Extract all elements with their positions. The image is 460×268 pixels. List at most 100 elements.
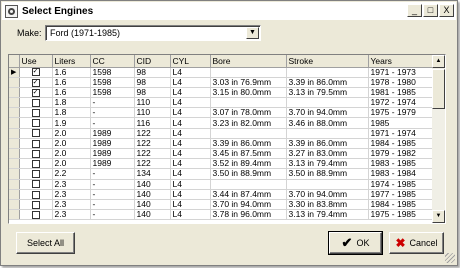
use-cell: ✓ bbox=[19, 77, 53, 88]
column-header-bore[interactable]: Bore bbox=[210, 55, 287, 68]
maximize-button[interactable]: □ bbox=[423, 4, 438, 17]
use-cell: ✓ bbox=[19, 87, 53, 99]
chevron-down-icon[interactable]: ▼ bbox=[246, 27, 259, 39]
cell-liters: 2.2 bbox=[52, 168, 91, 180]
cell-cid: 116 bbox=[134, 117, 171, 129]
column-header-cyl[interactable]: CYL bbox=[170, 55, 211, 68]
cell-years: 1977 - 1985 bbox=[368, 189, 432, 200]
close-button[interactable]: X bbox=[439, 4, 454, 17]
cell-cid: 98 bbox=[134, 67, 171, 78]
column-header-stroke[interactable]: Stroke bbox=[286, 55, 369, 68]
minimize-button[interactable]: _ bbox=[407, 4, 422, 17]
select-all-button[interactable]: Select All bbox=[16, 232, 75, 254]
cell-cc: - bbox=[90, 97, 135, 109]
scroll-thumb[interactable] bbox=[432, 69, 445, 109]
table-row[interactable]: 2.3-140 L4 3.44 in 87.4mm 3.70 in 94.0mm 197… bbox=[9, 189, 432, 200]
column-header-cc[interactable]: CC bbox=[90, 55, 135, 68]
cell-cid: 134 bbox=[134, 168, 171, 180]
table-row[interactable]: 2.0 1989 122 L4 1971 - 1974 bbox=[9, 128, 432, 139]
cell-bore: 3.23 in 82.0mm bbox=[210, 117, 287, 129]
resize-grip-icon[interactable] bbox=[445, 253, 455, 263]
cell-cid: 140 bbox=[134, 179, 171, 190]
use-cell bbox=[19, 117, 53, 129]
table-row[interactable]: ✓ 1.6 1598 98 L4 3.15 in 80.0mm 3.13 in 79.5mm… bbox=[9, 87, 432, 99]
use-checkbox[interactable] bbox=[31, 109, 40, 117]
make-value: Ford (1971-1985) bbox=[50, 28, 121, 38]
cell-bore: 3.52 in 89.4mm bbox=[210, 158, 287, 170]
use-checkbox[interactable]: ✓ bbox=[31, 78, 40, 87]
grid-header-row: Use Liters CC CID CYL Bore Stroke Years bbox=[9, 55, 432, 68]
cell-cc: - bbox=[90, 168, 135, 180]
x-icon: ✖ bbox=[395, 236, 406, 250]
cell-years: 1983 - 1984 bbox=[368, 168, 432, 180]
use-checkbox[interactable] bbox=[31, 119, 40, 128]
use-checkbox[interactable] bbox=[31, 190, 40, 199]
select-engines-window: Select Engines _ □ X Make: Ford (1971-19… bbox=[0, 0, 458, 266]
table-row[interactable]: ✓ 1.6 1598 98 L4 3.03 in 76.9mm 3.39 in 86.0mm… bbox=[9, 77, 432, 88]
make-label: Make: bbox=[17, 28, 42, 38]
cell-cc: - bbox=[90, 107, 135, 119]
table-row[interactable]: 2.0 1989 122 L4 3.39 in 86.0mm 3.39 in 86.0mm… bbox=[9, 138, 432, 150]
row-indicator bbox=[9, 87, 20, 99]
table-row[interactable]: 1.9-116 L4 3.23 in 82.0mm 3.46 in 88.0mm 198… bbox=[9, 117, 432, 129]
row-indicator bbox=[9, 209, 20, 221]
cell-years: 1972 - 1974 bbox=[368, 97, 432, 109]
use-checkbox[interactable]: ✓ bbox=[31, 88, 40, 97]
table-row[interactable]: ▶ ✓ 1.6 1598 98 L4 1971 - 1973 bbox=[9, 67, 432, 78]
cell-cyl: L4 bbox=[170, 138, 211, 150]
window-title: Select Engines bbox=[22, 5, 94, 17]
cell-liters: 2.0 bbox=[52, 128, 91, 139]
cell-bore bbox=[210, 179, 287, 190]
column-header-use[interactable]: Use bbox=[19, 55, 53, 68]
table-row[interactable]: 2.0 1989 122 L4 3.52 in 89.4mm 3.13 in 79.4mm… bbox=[9, 158, 432, 170]
cell-bore bbox=[210, 67, 287, 78]
cancel-button[interactable]: ✖ Cancel bbox=[389, 232, 444, 254]
use-checkbox[interactable] bbox=[31, 180, 40, 189]
table-row[interactable]: 2.3-140 L4 1974 - 1985 bbox=[9, 179, 432, 190]
cell-liters: 2.3 bbox=[52, 189, 91, 200]
cell-years: 1971 - 1973 bbox=[368, 67, 432, 78]
vertical-scrollbar[interactable]: ▲ ▼ bbox=[432, 55, 445, 223]
cell-years: 1985 bbox=[368, 117, 432, 129]
use-checkbox[interactable] bbox=[31, 170, 40, 179]
scroll-down-icon[interactable]: ▼ bbox=[432, 210, 445, 223]
use-cell bbox=[19, 97, 53, 109]
cell-cc: 1598 bbox=[90, 87, 135, 99]
row-indicator bbox=[9, 107, 20, 119]
scroll-up-icon[interactable]: ▲ bbox=[432, 55, 445, 68]
row-indicator bbox=[9, 97, 20, 109]
column-header-cid[interactable]: CID bbox=[134, 55, 171, 68]
column-header-years[interactable]: Years bbox=[368, 55, 432, 68]
cell-stroke bbox=[286, 179, 369, 190]
cell-cid: 122 bbox=[134, 128, 171, 139]
cell-cyl: L4 bbox=[170, 97, 211, 109]
table-row[interactable]: 2.0 1989 122 L4 3.45 in 87.5mm 3.27 in 83.0mm… bbox=[9, 148, 432, 160]
table-row[interactable]: 2.3-140 L4 3.78 in 96.0mm 3.13 in 79.4mm 197… bbox=[9, 209, 432, 221]
use-checkbox[interactable] bbox=[31, 149, 40, 158]
table-row[interactable]: 2.2-134 L4 3.50 in 88.9mm 3.50 in 88.9mm 198… bbox=[9, 168, 432, 180]
cell-cyl: L4 bbox=[170, 117, 211, 129]
cell-cc: - bbox=[90, 209, 135, 221]
cell-cc: 1598 bbox=[90, 67, 135, 78]
table-row[interactable]: 1.8-110 L4 3.07 in 78.0mm 3.70 in 94.0mm 197… bbox=[9, 107, 432, 119]
cell-bore: 3.44 in 87.4mm bbox=[210, 189, 287, 200]
make-dropdown[interactable]: Ford (1971-1985) ▼ bbox=[45, 25, 261, 41]
cell-stroke: 3.27 in 83.0mm bbox=[286, 148, 369, 160]
use-checkbox[interactable] bbox=[31, 210, 40, 219]
column-header-liters[interactable]: Liters bbox=[52, 55, 91, 68]
use-checkbox[interactable] bbox=[31, 139, 40, 148]
cell-stroke: 3.70 in 94.0mm bbox=[286, 107, 369, 119]
use-checkbox[interactable] bbox=[31, 129, 40, 138]
cell-liters: 2.0 bbox=[52, 138, 91, 150]
use-checkbox[interactable] bbox=[31, 200, 40, 209]
cell-years: 1975 - 1979 bbox=[368, 107, 432, 119]
table-row[interactable]: 2.3-140 L4 3.70 in 94.0mm 3.30 in 83.8mm 198… bbox=[9, 199, 432, 211]
use-checkbox[interactable] bbox=[31, 98, 40, 107]
use-checkbox[interactable] bbox=[31, 160, 40, 168]
cell-bore: 3.03 in 76.9mm bbox=[210, 77, 287, 88]
use-cell bbox=[19, 199, 53, 211]
table-row[interactable]: 1.8-110 L4 1972 - 1974 bbox=[9, 97, 432, 109]
use-checkbox[interactable]: ✓ bbox=[31, 68, 40, 77]
title-bar: Select Engines _ □ X bbox=[2, 2, 456, 20]
ok-button[interactable]: ✔ OK bbox=[328, 231, 383, 255]
